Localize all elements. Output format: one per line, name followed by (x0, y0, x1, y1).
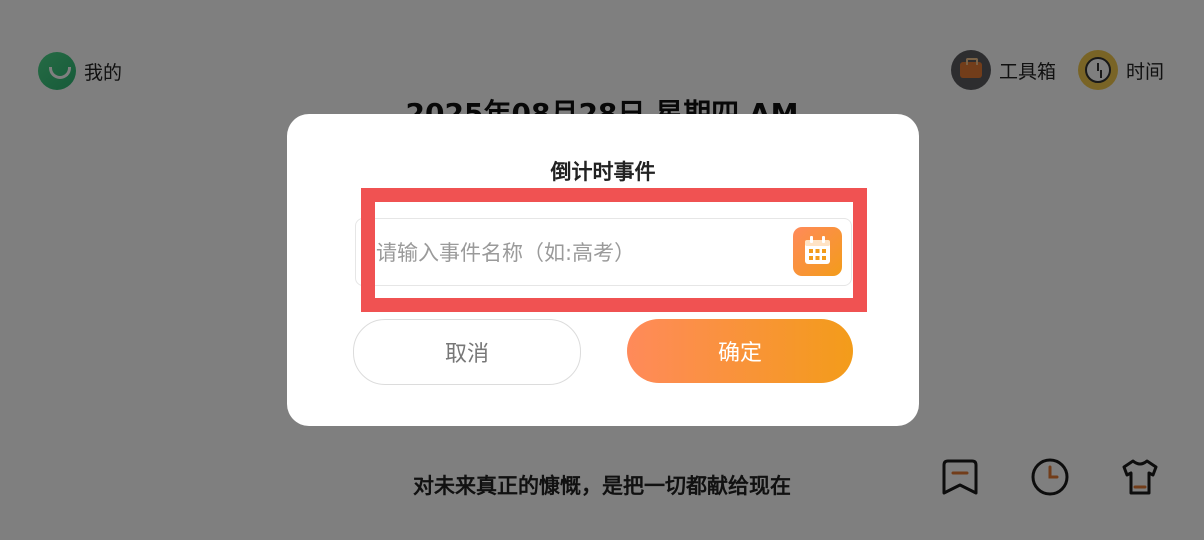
event-name-field (355, 218, 852, 286)
dialog-title: 倒计时事件 (550, 160, 656, 184)
confirm-button[interactable]: 确定 (627, 319, 853, 383)
countdown-event-dialog: 倒计时事件 取消 确定 (287, 114, 919, 426)
calendar-icon (805, 236, 830, 264)
cancel-button[interactable]: 取消 (353, 319, 581, 385)
event-name-input[interactable] (374, 227, 778, 279)
calendar-button[interactable] (793, 227, 842, 276)
